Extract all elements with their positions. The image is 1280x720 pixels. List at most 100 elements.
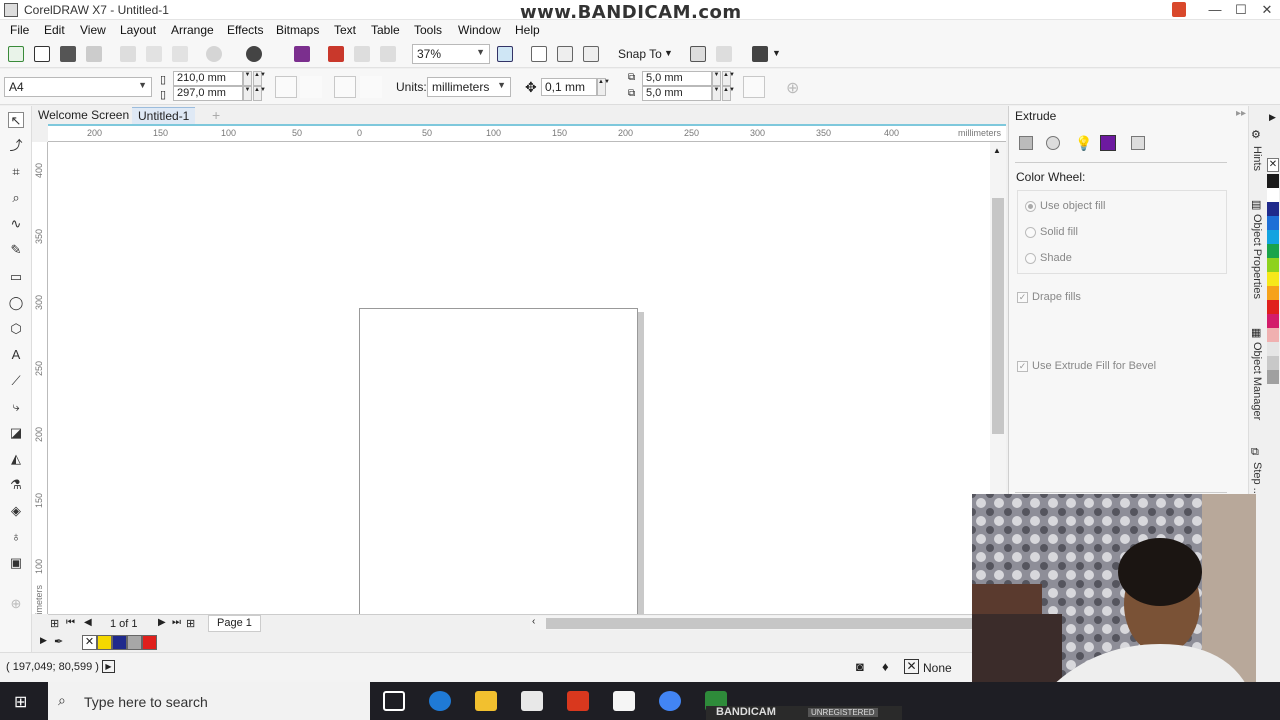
vertical-ruler[interactable]: 400 350 300 250 200 150 100 millimeters [32,142,48,614]
show-guidelines-icon[interactable] [583,46,599,62]
palette-color-swatch[interactable] [1267,286,1279,300]
save-icon[interactable] [60,46,76,62]
palette-color-swatch[interactable] [1267,314,1279,328]
first-page-icon[interactable]: ⏮ [66,617,75,628]
menu-layout[interactable]: Layout [120,23,156,37]
tab-step-and-repeat[interactable]: Step ... [1251,462,1263,497]
next-page-icon[interactable]: ▶ [158,617,166,628]
open-icon[interactable] [34,46,50,62]
extrude-lighting-icon[interactable]: 💡 [1075,135,1092,152]
chevron-left-icon[interactable]: ‹ [532,616,535,627]
palette-color-swatch[interactable] [1267,342,1279,356]
drawing-page[interactable] [359,308,638,614]
menu-table[interactable]: Table [371,23,400,37]
chrome-icon[interactable] [659,691,681,711]
add-tool-icon[interactable]: ⊕ [8,596,24,612]
zoom-level-select[interactable]: 37% ▼ [412,44,490,64]
page-size-select[interactable]: A4 ▼ [4,77,152,97]
use-object-fill-radio[interactable] [1025,201,1036,212]
zoom-tool-icon[interactable]: ⌕ [8,190,24,206]
drape-fills-checkbox[interactable]: ✓ [1017,292,1028,303]
nudge-distance-field[interactable]: 0,1 mm [541,78,597,96]
windows-start-icon[interactable]: ⊞ [14,692,27,712]
nudge-spinner[interactable]: ▲▼ [597,78,610,96]
menu-arrange[interactable]: Arrange [171,23,214,37]
palette-color-swatch[interactable] [1267,272,1279,286]
paste-icon[interactable] [172,46,188,62]
search-content-icon[interactable] [294,46,310,62]
file-explorer-icon[interactable] [475,691,497,711]
menu-view[interactable]: View [80,23,106,37]
color-eyedropper-tool-icon[interactable]: ⚗ [8,477,24,493]
undo-icon[interactable] [206,46,222,62]
no-color-swatch[interactable]: ✕ [1267,158,1279,172]
new-document-icon[interactable] [8,46,24,62]
current-page-button[interactable] [360,76,382,98]
text-tool-icon[interactable]: A [8,347,24,363]
tab-untitled-1[interactable]: Untitled-1 [132,107,196,124]
portrait-button[interactable] [275,76,297,98]
menu-text[interactable]: Text [334,23,356,37]
height-unit-dropdown[interactable]: ▼ [243,86,252,101]
extrude-bevel-icon[interactable] [1131,136,1145,150]
previous-page-icon[interactable]: ◀ [84,617,92,628]
palette-color-swatch[interactable] [1267,258,1279,272]
publish-pdf-icon[interactable] [380,46,396,62]
horizontal-ruler[interactable]: 200 150 100 50 0 50 100 150 200 250 300 … [48,124,1006,142]
pick-tool-icon[interactable]: ↖ [8,112,24,128]
mail-icon[interactable] [613,691,635,711]
shade-radio[interactable] [1025,253,1036,264]
color-swatch[interactable] [142,635,157,650]
edge-browser-icon[interactable] [429,691,451,711]
artistic-media-tool-icon[interactable]: ✎ [8,242,24,258]
last-page-icon[interactable]: ⏭ [172,617,181,628]
menu-file[interactable]: File [10,23,29,37]
palette-flyout-icon[interactable]: ▶ [40,635,47,646]
no-color-swatch[interactable]: ✕ [82,635,97,650]
connector-tool-icon[interactable]: ⤷ [8,399,24,415]
horizontal-scroll-thumb[interactable] [546,618,986,629]
menu-window[interactable]: Window [458,23,501,37]
palette-color-swatch[interactable] [1267,174,1279,188]
add-icon[interactable]: ⊕ [786,78,799,98]
palette-color-swatch[interactable] [1267,300,1279,314]
docker-expand-icon[interactable]: ▸▸ [1236,108,1246,119]
tab-object-manager[interactable]: Object Manager [1251,342,1263,420]
import-icon[interactable] [328,46,344,62]
smart-fill-tool-icon[interactable]: ♁ [8,529,24,545]
play-icon[interactable]: ▶ [102,660,115,673]
dup-x-spinner[interactable]: ▲▼ [722,71,735,86]
width-unit-dropdown[interactable]: ▼ [243,71,252,86]
palette-color-swatch[interactable] [1267,244,1279,258]
show-rulers-icon[interactable] [531,46,547,62]
gift-app-icon[interactable] [567,691,589,711]
treat-as-filled-button[interactable] [743,76,765,98]
palette-color-swatch[interactable] [1267,370,1279,384]
interactive-fill-tool-icon[interactable]: ◈ [8,503,24,519]
palette-color-swatch[interactable] [1267,328,1279,342]
taskbar-search[interactable]: ⌕ Type here to search [48,682,370,720]
duplicate-x-field[interactable]: 5,0 mm [642,71,712,86]
color-swatch[interactable] [127,635,142,650]
chevron-up-icon[interactable]: ▲ [993,146,1001,155]
palette-color-swatch[interactable] [1267,216,1279,230]
menu-effects[interactable]: Effects [227,23,263,37]
copy-icon[interactable] [146,46,162,62]
print-icon[interactable] [86,46,102,62]
width-spinner[interactable]: ▲▼ [253,71,266,86]
add-page-icon[interactable]: ⊞ [50,617,59,630]
rectangle-tool-icon[interactable]: ▭ [8,269,24,285]
dup-x-unit-dropdown[interactable]: ▼ [712,71,721,86]
extrude-rotation-icon[interactable] [1046,136,1060,150]
add-tab-icon[interactable]: + [206,107,226,124]
page-width-field[interactable]: 210,0 mm [173,71,243,86]
tab-welcome-screen[interactable]: Welcome Screen [32,107,135,124]
palette-scroll-icon[interactable]: ▶ [1269,112,1276,123]
height-spinner[interactable]: ▲▼ [253,86,266,101]
duplicate-y-field[interactable]: 5,0 mm [642,86,712,101]
add-page-end-icon[interactable]: ⊞ [186,617,195,630]
store-icon[interactable] [521,691,543,711]
tab-object-properties[interactable]: Object Properties [1251,214,1263,299]
menu-help[interactable]: Help [515,23,540,37]
redo-icon[interactable] [246,46,262,62]
